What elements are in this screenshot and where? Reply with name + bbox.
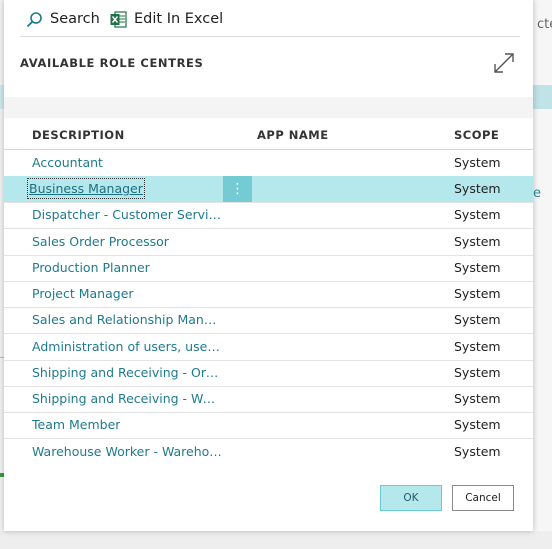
search-label: Search (50, 11, 100, 27)
more-vertical-icon[interactable]: ⋮ (223, 176, 252, 202)
table-row[interactable]: Administration of users, user g... Syste… (4, 334, 533, 361)
row-scope: System (454, 339, 501, 354)
background-text-fragment: cter (537, 17, 552, 32)
row-scope: System (454, 365, 501, 380)
dialog-footer: OK Cancel (4, 465, 533, 531)
row-scope: System (454, 444, 501, 459)
row-scope: System (454, 417, 501, 432)
column-header-scope[interactable]: SCOPE (454, 128, 499, 142)
table-row[interactable]: Project Manager System (4, 281, 533, 308)
row-scope: System (454, 155, 501, 170)
row-description[interactable]: Production Planner (32, 260, 150, 275)
background-band-right (533, 85, 552, 109)
row-scope: System (454, 234, 501, 249)
table-row[interactable]: Sales Order Processor System (4, 229, 533, 256)
column-header-app-name[interactable]: APP NAME (257, 128, 329, 142)
table-row[interactable]: Shipping and Receiving - Ware... System (4, 386, 533, 413)
row-description[interactable]: Shipping and Receiving - Ware... (32, 391, 222, 406)
table-row[interactable]: Dispatcher - Customer Service System (4, 202, 533, 229)
table-row[interactable]: Accountant System (4, 150, 533, 177)
dialog-header: AVAILABLE ROLE CENTRES (4, 37, 533, 97)
row-scope: System (454, 286, 501, 301)
row-description[interactable]: Dispatcher - Customer Service (32, 207, 222, 222)
table-row-selected[interactable]: Business Manager ⋮ System (4, 176, 533, 203)
table-row[interactable]: Warehouse Worker - Warehou... System (4, 439, 533, 466)
row-description[interactable]: Warehouse Worker - Warehou... (32, 444, 222, 459)
background-link-fragment: e (533, 186, 541, 201)
search-button[interactable]: Search (26, 10, 100, 28)
row-description[interactable]: Sales and Relationship Manager (32, 312, 222, 327)
row-scope: System (454, 181, 501, 196)
row-description[interactable]: Shipping and Receiving - Orde... (32, 365, 222, 380)
row-description[interactable]: Sales Order Processor (32, 234, 169, 249)
cancel-button[interactable]: Cancel (452, 485, 514, 511)
dialog-toolbar: Search Edit In Excel (4, 0, 533, 36)
table-row[interactable]: Team Member System (4, 412, 533, 439)
row-scope: System (454, 260, 501, 275)
row-scope: System (454, 312, 501, 327)
dialog-title: AVAILABLE ROLE CENTRES (20, 56, 204, 70)
excel-icon (110, 10, 127, 28)
row-description[interactable]: Project Manager (32, 286, 134, 301)
background-page-right (533, 0, 552, 549)
search-icon (26, 11, 42, 27)
expand-icon[interactable] (493, 52, 515, 74)
table-row[interactable]: Sales and Relationship Manager System (4, 307, 533, 334)
background-page-bottom (0, 531, 552, 549)
row-description[interactable]: Team Member (32, 417, 120, 432)
ok-button[interactable]: OK (380, 485, 442, 511)
table-header: DESCRIPTION APP NAME SCOPE (4, 118, 533, 150)
role-centre-table: DESCRIPTION APP NAME SCOPE Accountant Sy… (4, 118, 533, 466)
row-scope: System (454, 207, 501, 222)
edit-in-excel-label: Edit In Excel (134, 11, 224, 27)
row-scope: System (454, 391, 501, 406)
table-row[interactable]: Shipping and Receiving - Orde... System (4, 360, 533, 387)
table-row[interactable]: Production Planner System (4, 255, 533, 282)
column-header-description[interactable]: DESCRIPTION (32, 128, 125, 142)
role-centre-dialog: Search Edit In Excel AVAILABLE ROLE CENT… (4, 0, 533, 531)
grid-container: DESCRIPTION APP NAME SCOPE Accountant Sy… (4, 97, 533, 466)
row-description[interactable]: Accountant (32, 155, 103, 170)
edit-in-excel-button[interactable]: Edit In Excel (110, 10, 223, 28)
row-description[interactable]: Business Manager (27, 178, 145, 199)
row-description[interactable]: Administration of users, user g... (32, 339, 222, 354)
